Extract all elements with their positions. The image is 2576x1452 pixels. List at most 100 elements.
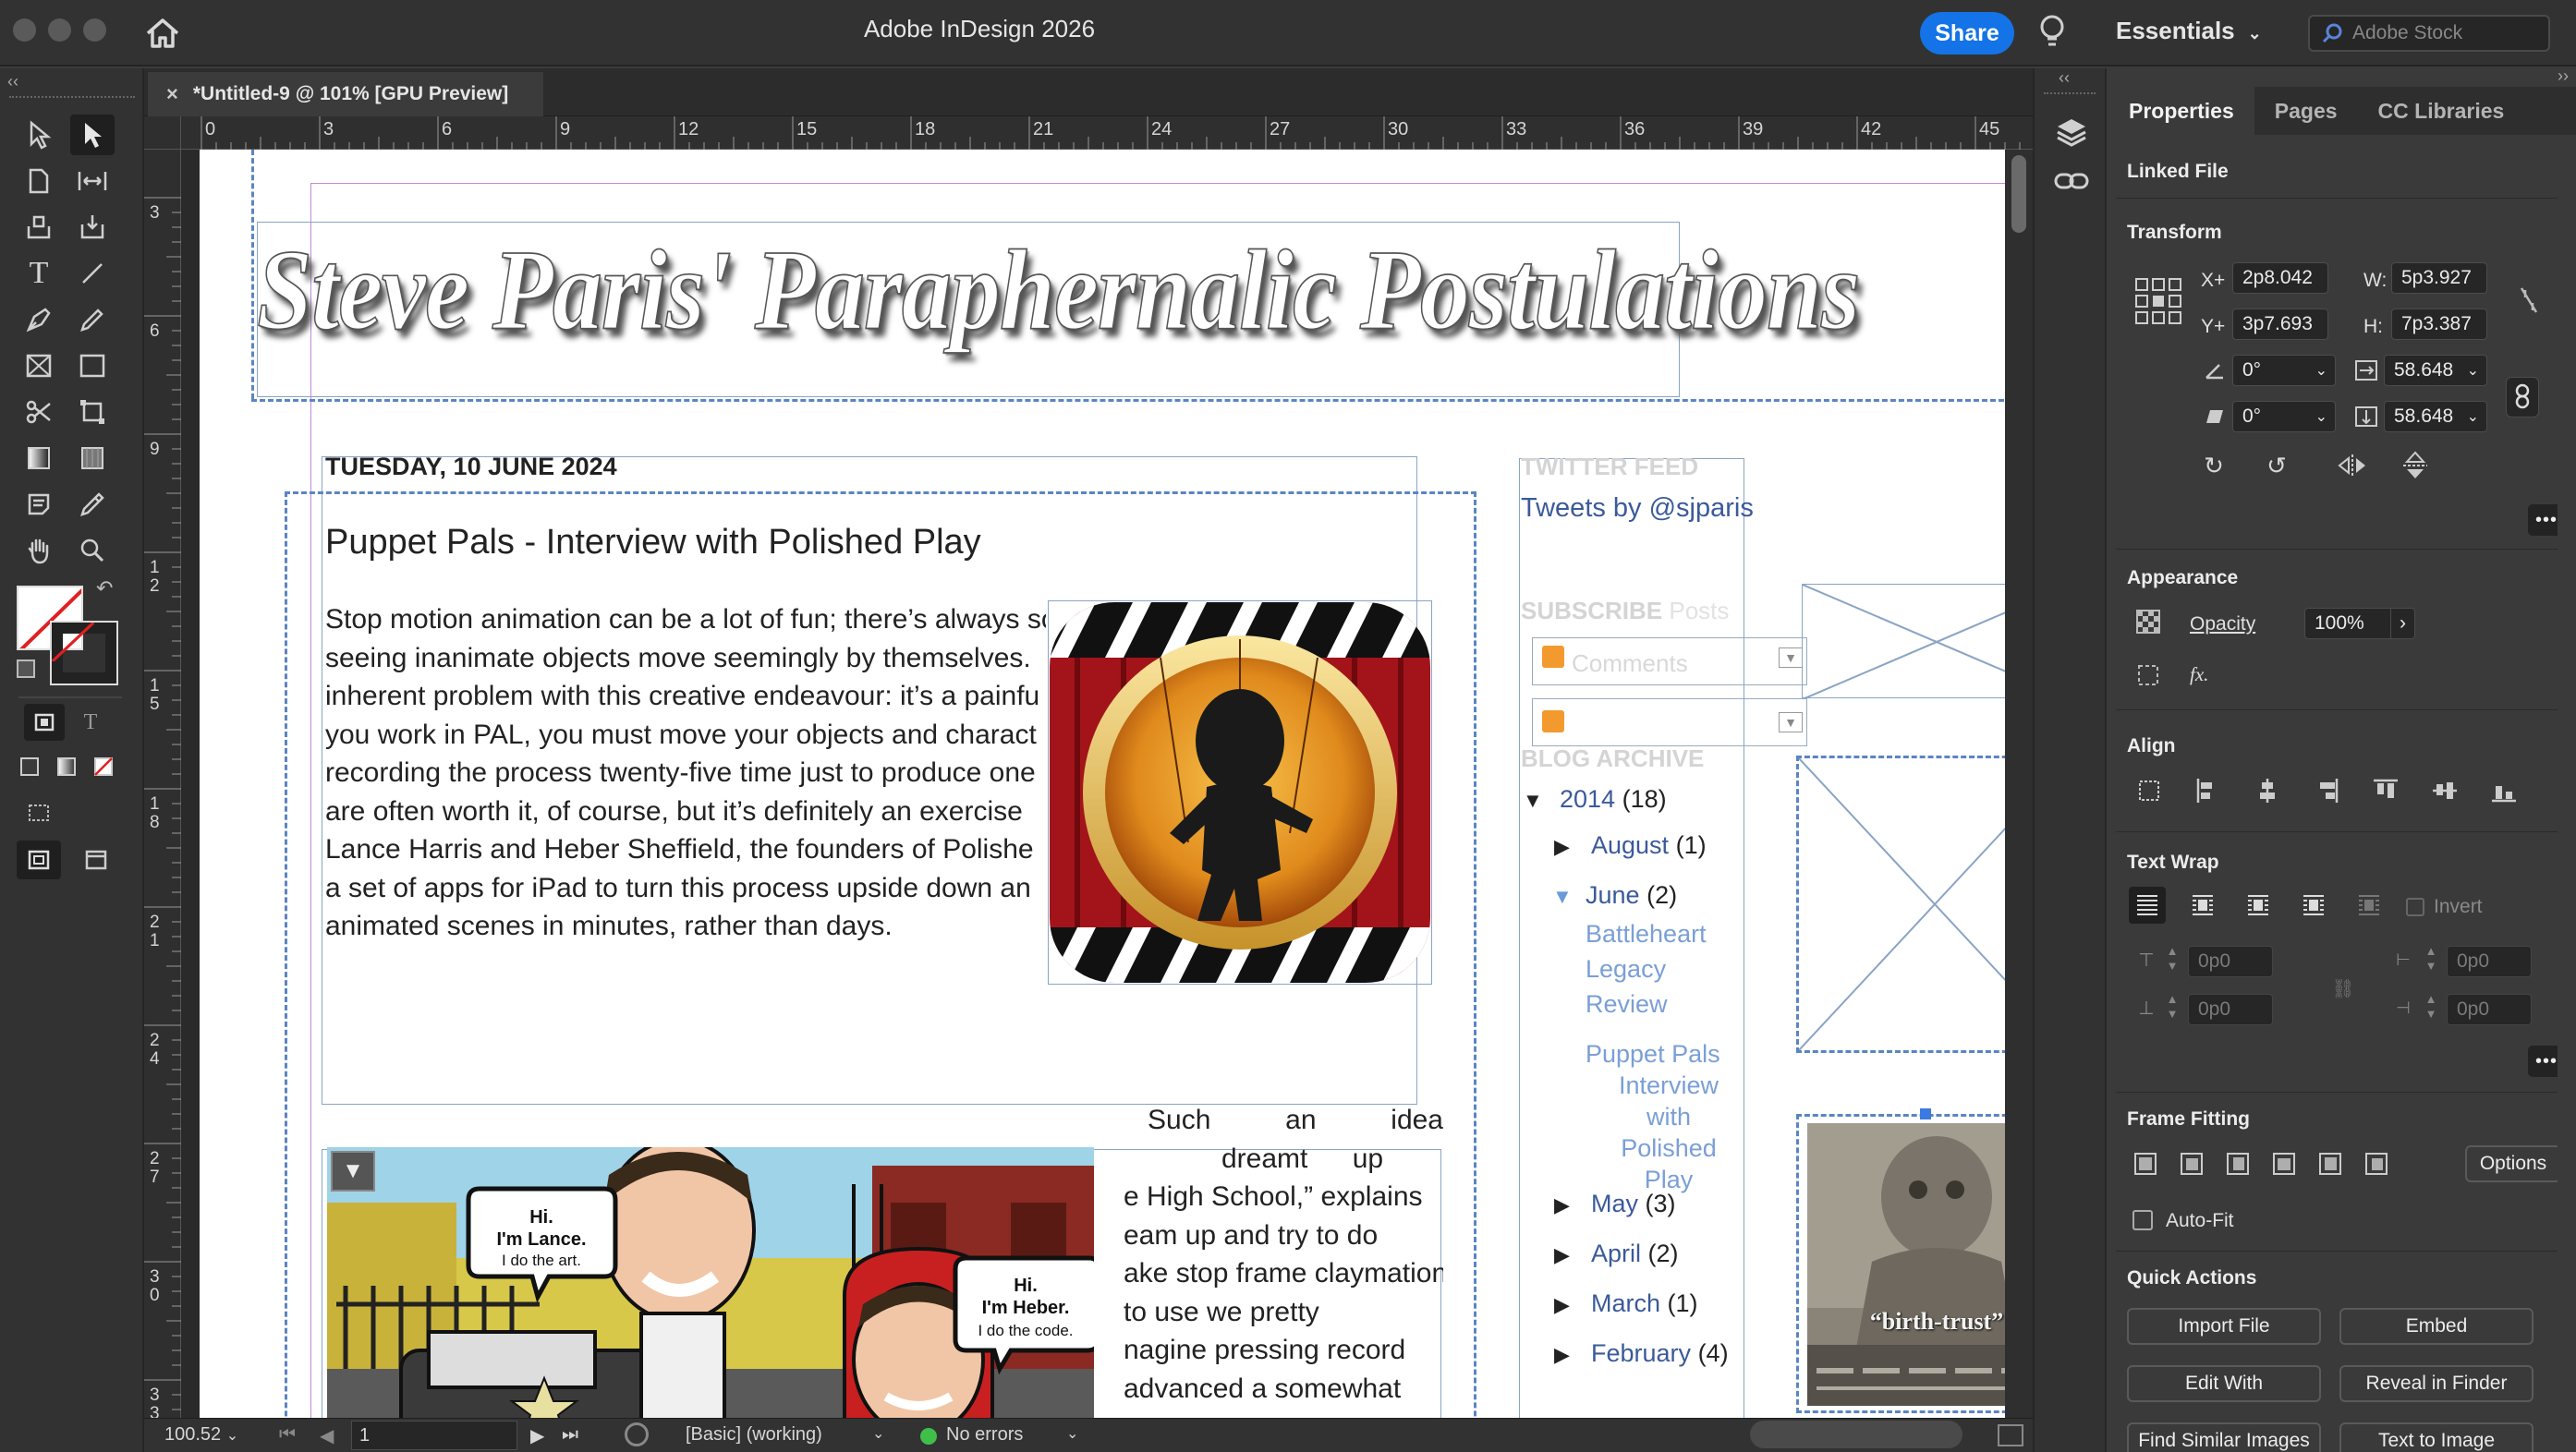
fit-frame-to-content-icon[interactable] <box>2266 1145 2303 1182</box>
collapsed-triangle-icon[interactable]: ▶ <box>1554 1243 1570 1267</box>
right-offset-field[interactable]: 0p0 <box>2447 994 2532 1025</box>
last-page-icon[interactable]: ⏭ <box>562 1424 578 1446</box>
align-right-icon[interactable] <box>2308 772 2345 809</box>
puppet-pals-characters-image[interactable]: Hi. I'm Lance. I do the art. Hi. I'm Heb… <box>327 1147 1094 1418</box>
first-page-icon[interactable]: ⏮ <box>279 1424 296 1446</box>
top-offset-stepper[interactable]: ▲ ▼ <box>2162 944 2182 977</box>
fitting-options-button[interactable]: Options <box>2465 1145 2561 1182</box>
content-collector-icon[interactable] <box>17 207 61 248</box>
chevron-right-icon[interactable]: › <box>2390 609 2414 638</box>
archive-march[interactable]: March (1) <box>1591 1289 1698 1318</box>
empty-graphic-frame[interactable] <box>1802 584 2005 699</box>
apply-none-icon[interactable] <box>85 748 122 785</box>
layout-view-icon[interactable] <box>1998 1424 2023 1446</box>
rectangle-frame-tool-icon[interactable] <box>17 345 61 386</box>
preview-view-icon[interactable] <box>74 841 118 879</box>
align-top-icon[interactable] <box>2367 772 2404 809</box>
content-aware-fit-icon[interactable] <box>2219 1145 2256 1182</box>
scale-x-field[interactable]: 58.648 ⌄ <box>2384 355 2487 386</box>
stroke-swatch[interactable] <box>50 621 118 685</box>
eyedropper-tool-icon[interactable] <box>70 484 115 525</box>
rectangle-tool-icon[interactable] <box>70 345 115 386</box>
opacity-label[interactable]: Opacity <box>2190 613 2255 635</box>
edit-with-button[interactable]: Edit With <box>2127 1365 2321 1402</box>
gap-tool-icon[interactable] <box>70 161 115 201</box>
archive-june[interactable]: June (2) <box>1586 881 1677 910</box>
collapsed-triangle-icon[interactable]: ▶ <box>1554 1343 1570 1367</box>
scissors-tool-icon[interactable] <box>17 392 61 432</box>
rotate-counterclockwise-icon[interactable]: ↺ <box>2258 449 2295 482</box>
left-offset-field[interactable]: 0p0 <box>2447 946 2532 977</box>
align-to-selection-icon[interactable] <box>2131 772 2168 809</box>
collapsed-triangle-icon[interactable]: ▶ <box>1554 1193 1570 1217</box>
formatting-affects-text-icon[interactable]: T <box>70 704 111 741</box>
link-offsets-icon[interactable]: ⛓ <box>2331 970 2354 1007</box>
subscribe-posts-widget[interactable]: Comments ▼ <box>1532 637 1807 685</box>
direct-selection-tool-icon[interactable] <box>70 115 115 155</box>
tab-pages[interactable]: Pages <box>2254 87 2358 135</box>
vertical-scroll-thumb[interactable] <box>2011 155 2026 233</box>
rotate-clockwise-icon[interactable]: ↻ <box>2195 449 2232 482</box>
height-field[interactable]: 7p3.387 <box>2391 309 2487 340</box>
scale-y-field[interactable]: 58.648 ⌄ <box>2384 401 2487 432</box>
panel-scrollbar[interactable] <box>2558 161 2570 1445</box>
horizontal-ruler[interactable]: 0 3 6 9 12 15 18 21 24 27 30 33 36 39 42 45 <box>144 116 2033 150</box>
jump-to-next-column-icon[interactable] <box>2351 887 2388 924</box>
reference-point-icon[interactable] <box>2134 277 2182 325</box>
line-tool-icon[interactable] <box>70 253 115 294</box>
collapsed-triangle-icon[interactable]: ▶ <box>1554 835 1570 859</box>
auto-fit-checkbox[interactable] <box>2132 1210 2153 1230</box>
pasteboard[interactable]: Steve Paris' Paraphernalic Postulations … <box>181 150 2005 1418</box>
chevron-down-icon[interactable]: ⌄ <box>1066 1424 1078 1443</box>
ruler-origin[interactable] <box>144 116 181 150</box>
layers-icon[interactable] <box>2051 111 2092 151</box>
jump-object-icon[interactable] <box>2295 887 2332 924</box>
tweets-link[interactable]: Tweets by @sjparis <box>1521 493 1754 524</box>
fx-button[interactable]: fx. <box>2190 663 2208 686</box>
tab-cc-libraries[interactable]: CC Libraries <box>2358 87 2525 135</box>
archive-may[interactable]: May (3) <box>1591 1190 1676 1218</box>
gradient-tool-icon[interactable] <box>17 438 61 478</box>
workspace-switcher[interactable]: Essentials ⌄ <box>2116 17 2262 45</box>
shear-angle-field[interactable]: 0° ⌄ <box>2232 401 2336 432</box>
text-to-image-button[interactable]: Text to Image <box>2339 1422 2533 1452</box>
find-similar-images-button[interactable]: Find Similar Images <box>2127 1422 2321 1452</box>
bottom-offset-field[interactable]: 0p0 <box>2188 994 2273 1025</box>
page-number-field[interactable]: 1 <box>351 1421 517 1450</box>
align-left-icon[interactable] <box>2190 772 2227 809</box>
flip-vertical-icon[interactable] <box>2397 449 2434 482</box>
document-tab[interactable]: × *Untitled-9 @ 101% [GPU Preview] <box>148 72 543 116</box>
chevron-down-icon[interactable]: ▼ <box>1779 712 1803 732</box>
left-offset-stepper[interactable]: ▲ ▼ <box>2421 944 2441 977</box>
align-bottom-icon[interactable] <box>2485 772 2522 809</box>
right-offset-stepper[interactable]: ▲ ▼ <box>2421 992 2441 1025</box>
previous-page-icon[interactable]: ◀ <box>320 1424 334 1447</box>
preflight-status[interactable]: No errors <box>946 1424 1023 1446</box>
no-text-wrap-icon[interactable] <box>2129 887 2166 924</box>
frame-dropdown-icon[interactable]: ▼ <box>331 1151 375 1192</box>
archive-year[interactable]: 2014 (18) <box>1560 785 1667 814</box>
embed-button[interactable]: Embed <box>2339 1308 2533 1345</box>
swap-fill-stroke-icon[interactable]: ↶ <box>96 576 113 600</box>
width-field[interactable]: 5p3.927 <box>2391 262 2487 294</box>
collapse-panel-icon[interactable]: ›› <box>2558 67 2569 86</box>
chevron-down-icon[interactable]: ▼ <box>1779 647 1803 668</box>
lightbulb-icon[interactable] <box>2038 13 2066 54</box>
share-button[interactable]: Share <box>1920 12 2014 54</box>
collapsed-triangle-icon[interactable]: ▶ <box>1554 1293 1570 1317</box>
document-page[interactable]: Steve Paris' Paraphernalic Postulations … <box>200 150 2005 1418</box>
expanded-triangle-icon[interactable]: ▼ <box>1523 789 1543 813</box>
close-tab-icon[interactable]: × <box>166 82 178 106</box>
center-content-icon[interactable] <box>2312 1145 2349 1182</box>
collapse-icon[interactable]: ‹‹ <box>2059 68 2070 88</box>
links-icon[interactable] <box>2051 161 2092 201</box>
reveal-in-finder-button[interactable]: Reveal in Finder <box>2339 1365 2533 1402</box>
open-in-window-icon[interactable] <box>625 1422 649 1446</box>
y-position-field[interactable]: 3p7.693 <box>2232 309 2328 340</box>
archive-post-puppet-pals[interactable]: Puppet Pals Interview with Polished Play <box>1586 1038 1752 1195</box>
frame-handle[interactable] <box>1920 1108 1931 1119</box>
fit-content-proportionally-icon[interactable] <box>2173 1145 2210 1182</box>
vertical-ruler[interactable]: 3691215182124273033 <box>144 150 181 1418</box>
archive-february[interactable]: February (4) <box>1591 1339 1729 1368</box>
import-file-button[interactable]: Import File <box>2127 1308 2321 1345</box>
